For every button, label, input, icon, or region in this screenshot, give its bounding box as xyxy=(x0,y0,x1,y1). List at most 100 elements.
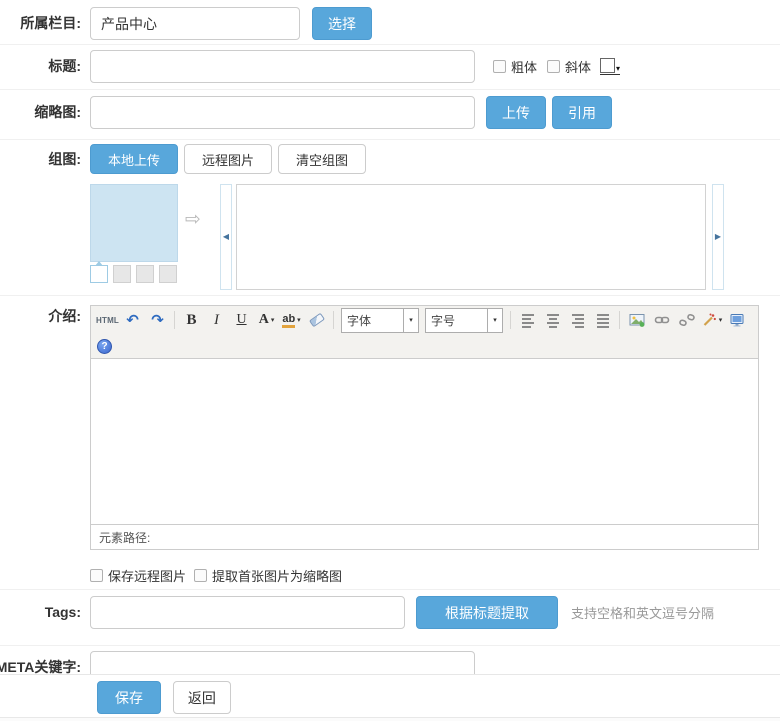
rich-text-editor: HTML ↶ ↷ B I U A ▾ ab ▾ xyxy=(90,305,759,550)
italic-checkbox[interactable] xyxy=(547,60,560,73)
gallery-row: 组图: 本地上传 远程图片 清空组图 ⇨ xyxy=(0,140,780,296)
upload-preview-box[interactable] xyxy=(90,184,178,262)
tags-hint: 支持空格和英文逗号分隔 xyxy=(571,603,714,622)
thumbnail-input[interactable] xyxy=(90,96,475,129)
save-remote-option[interactable]: 保存远程图片 xyxy=(90,566,186,585)
image-icon xyxy=(629,312,645,328)
toolbar-separator xyxy=(333,311,334,329)
thumbnail-quote-button[interactable]: 引用 xyxy=(552,96,612,129)
save-remote-checkbox[interactable] xyxy=(90,569,103,582)
editor-content-area[interactable] xyxy=(91,359,758,524)
font-family-select[interactable]: 字体 ▾ xyxy=(341,308,419,333)
align-center-icon xyxy=(545,312,561,328)
align-center-button[interactable] xyxy=(541,309,564,331)
align-left-button[interactable] xyxy=(516,309,539,331)
eraser-icon xyxy=(308,313,324,328)
editor-toolbar-row2: ? xyxy=(91,334,758,359)
thumbnail-row: 缩略图: 上传 引用 xyxy=(0,90,780,140)
category-input[interactable] xyxy=(90,7,300,40)
gallery-scroll-right-button[interactable]: ▶ xyxy=(712,184,724,290)
extract-from-title-button[interactable]: 根据标题提取 xyxy=(416,596,558,629)
gallery-label: 组图: xyxy=(0,144,90,174)
italic-button[interactable]: I xyxy=(205,309,228,331)
preview-slot[interactable] xyxy=(113,265,131,283)
tags-row: Tags: 根据标题提取 支持空格和英文逗号分隔 xyxy=(0,590,780,646)
align-justify-button[interactable] xyxy=(591,309,614,331)
remove-format-button[interactable] xyxy=(305,309,328,331)
chevron-down-icon: ▾ xyxy=(719,316,723,324)
align-left-icon xyxy=(520,312,536,328)
save-button[interactable]: 保存 xyxy=(97,681,161,714)
footer-bottom-strip xyxy=(0,717,780,721)
gallery-list-box[interactable] xyxy=(236,184,706,290)
category-label: 所属栏目: xyxy=(0,7,90,40)
redo-button[interactable]: ↷ xyxy=(146,309,169,331)
uploader-preview-column xyxy=(90,184,182,283)
editor-toolbar-row1: HTML ↶ ↷ B I U A ▾ ab ▾ xyxy=(91,306,758,334)
triangle-left-icon: ◀ xyxy=(223,233,229,241)
undo-button[interactable]: ↶ xyxy=(121,309,144,331)
bold-option[interactable]: 粗体 xyxy=(493,57,537,76)
triangle-right-icon: ▶ xyxy=(715,233,721,241)
thumbnail-label: 缩略图: xyxy=(0,96,90,129)
transfer-arrow-icon: ⇨ xyxy=(185,210,201,229)
font-color-button[interactable]: A ▾ xyxy=(255,309,278,331)
source-code-button[interactable]: HTML xyxy=(96,309,119,331)
bold-checkbox[interactable] xyxy=(493,60,506,73)
category-row: 所属栏目: 选择 xyxy=(0,0,780,45)
chevron-down-icon: ▾ xyxy=(616,65,620,73)
align-justify-icon xyxy=(595,312,611,328)
preview-slot-selected[interactable] xyxy=(90,265,108,283)
select-category-button[interactable]: 选择 xyxy=(312,7,372,40)
chevron-down-icon: ▾ xyxy=(403,309,418,332)
bold-button[interactable]: B xyxy=(180,309,203,331)
tags-input[interactable] xyxy=(90,596,405,629)
article-edit-form: 所属栏目: 选择 标题: 粗体 斜体 ▾ 缩略图: xyxy=(0,0,780,721)
italic-option-label: 斜体 xyxy=(565,57,591,76)
preview-slot-row xyxy=(90,265,182,283)
back-button[interactable]: 返回 xyxy=(173,681,231,714)
chevron-down-icon: ▾ xyxy=(487,309,502,332)
fullscreen-button[interactable] xyxy=(725,309,748,331)
first-as-thumb-checkbox[interactable] xyxy=(194,569,207,582)
first-as-thumb-option[interactable]: 提取首张图片为缩略图 xyxy=(194,566,342,585)
bold-option-label: 粗体 xyxy=(511,57,537,76)
font-size-select[interactable]: 字号 ▾ xyxy=(425,308,503,333)
title-input[interactable] xyxy=(90,50,475,83)
tab-clear-gallery[interactable]: 清空组图 xyxy=(278,144,366,174)
link-icon xyxy=(654,312,670,328)
intro-label: 介绍: xyxy=(0,305,90,327)
title-color-picker[interactable]: ▾ xyxy=(600,58,620,75)
save-remote-label: 保存远程图片 xyxy=(108,566,186,585)
preview-slot[interactable] xyxy=(159,265,177,283)
italic-option[interactable]: 斜体 xyxy=(547,57,591,76)
tab-local-upload[interactable]: 本地上传 xyxy=(90,144,178,174)
tab-remote-images[interactable]: 远程图片 xyxy=(184,144,272,174)
toolbar-separator xyxy=(174,311,175,329)
monitor-icon xyxy=(729,312,745,328)
highlight-color-button[interactable]: ab ▾ xyxy=(280,309,303,331)
element-path-label: 元素路径: xyxy=(99,529,150,546)
preview-slot[interactable] xyxy=(136,265,154,283)
chevron-down-icon: ▾ xyxy=(297,316,301,324)
magic-wand-icon xyxy=(701,312,717,328)
thumbnail-upload-button[interactable]: 上传 xyxy=(486,96,546,129)
intro-row: 介绍: HTML ↶ ↷ B I U A ▾ ab ▾ xyxy=(0,296,780,590)
chevron-down-icon: ▾ xyxy=(271,316,275,324)
intro-options-row: 保存远程图片 提取首张图片为缩略图 xyxy=(90,566,759,585)
element-path-bar: 元素路径: xyxy=(91,524,758,549)
action-footer: 保存 返回 xyxy=(0,674,780,721)
insert-link-button[interactable] xyxy=(650,309,673,331)
undo-icon: ↶ xyxy=(126,311,139,329)
underline-button[interactable]: U xyxy=(230,309,253,331)
gallery-upload-zone: ⇨ ◀ ▶ xyxy=(90,184,724,290)
gallery-scroll-left-button[interactable]: ◀ xyxy=(220,184,232,290)
quick-format-button[interactable]: ▾ xyxy=(700,309,723,331)
help-button[interactable]: ? xyxy=(97,339,112,354)
title-row: 标题: 粗体 斜体 ▾ xyxy=(0,45,780,90)
unlink-icon xyxy=(679,312,695,328)
align-right-button[interactable] xyxy=(566,309,589,331)
unlink-button[interactable] xyxy=(675,309,698,331)
color-swatch-box[interactable] xyxy=(600,58,615,73)
insert-image-button[interactable] xyxy=(625,309,648,331)
